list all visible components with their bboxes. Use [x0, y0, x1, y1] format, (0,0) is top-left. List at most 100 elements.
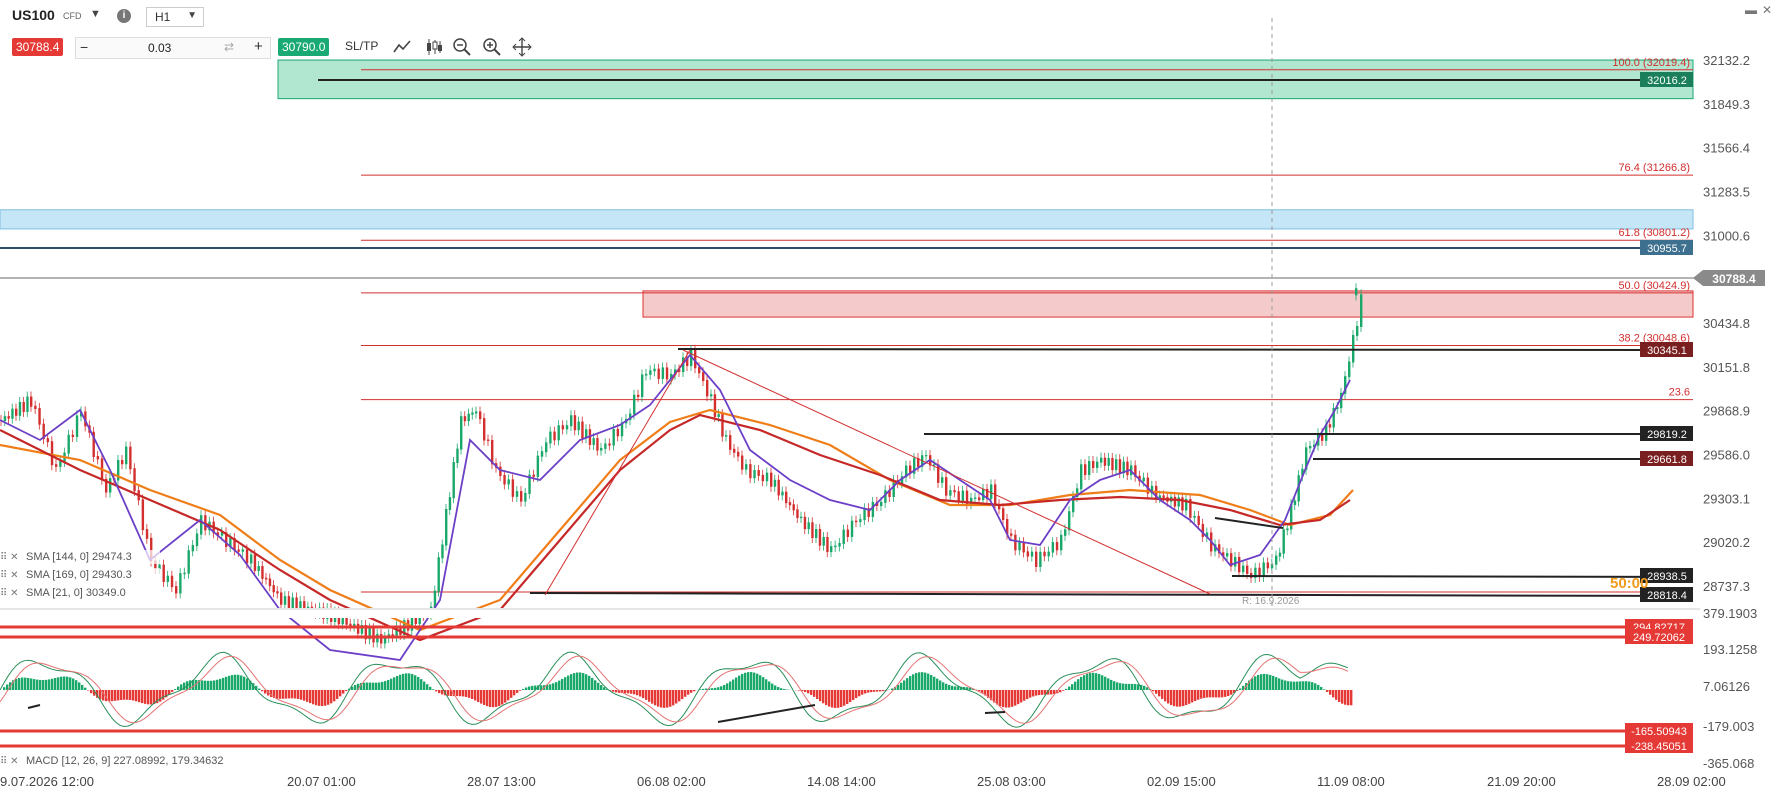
time-axis-label: 11.09 08:00 [1317, 774, 1385, 789]
candle-body [725, 435, 728, 437]
macd-histogram-bar [261, 690, 264, 692]
macd-histogram-bar [684, 690, 687, 697]
candle-body [175, 586, 178, 594]
trend-line [544, 349, 691, 596]
candle-body [250, 554, 253, 564]
macd-histogram-bar [1146, 687, 1149, 690]
candle-body [507, 479, 510, 485]
macd-histogram-bar [783, 689, 786, 690]
macd-histogram-bar [561, 678, 564, 690]
macd-histogram-bar [831, 690, 834, 708]
macd-histogram-bar [510, 690, 513, 698]
macd-histogram-bar [324, 690, 327, 706]
macd-histogram-bar [630, 690, 633, 694]
macd-histogram-bar [822, 690, 825, 704]
candle-body [18, 401, 22, 416]
price-chart[interactable]: 100.0 (32019.4) 76.4 (31266.8) 61.8 (30801… [0, 0, 1780, 802]
macd-tag-label: -165.50943 [1631, 726, 1687, 738]
candle-body [515, 491, 519, 497]
macd-histogram-bar [318, 690, 321, 706]
macd-histogram-bar [768, 681, 771, 690]
macd-histogram-bar [1107, 678, 1110, 690]
macd-histogram-bar [339, 690, 342, 697]
candle-body [410, 616, 414, 631]
macd-histogram-bar [147, 690, 150, 705]
macd-histogram-bar [1257, 674, 1260, 690]
macd-histogram-bar [1038, 690, 1041, 696]
macd-histogram-bar [765, 679, 768, 690]
candle-body [717, 414, 720, 417]
macd-histogram-bar [762, 677, 765, 690]
macd-histogram-bar [1023, 690, 1026, 701]
candle-body [792, 504, 795, 511]
macd-histogram-bar [882, 690, 885, 692]
macd-histogram-bar [744, 672, 747, 690]
candle-body [195, 533, 199, 547]
macd-histogram-bar [354, 684, 357, 690]
macd-histogram-bar [627, 690, 630, 694]
macd-histogram-bar [1323, 689, 1326, 690]
macd-histogram-bar [564, 677, 567, 690]
macd-histogram-bar [1164, 690, 1167, 702]
candle-body [1051, 542, 1055, 553]
macd-histogram-bar [1227, 690, 1230, 697]
candle-body [1055, 542, 1059, 551]
candle-body [745, 464, 748, 470]
macd-histogram-bar [1095, 673, 1098, 690]
candle-body [129, 446, 132, 470]
candle-body [125, 446, 128, 465]
macd-histogram-bar [639, 690, 642, 697]
macd-histogram-bar [303, 690, 306, 701]
macd-histogram-bar [603, 687, 606, 690]
macd-histogram-bar [114, 690, 117, 701]
candle-body [245, 549, 249, 564]
macd-histogram-bar [1254, 676, 1257, 690]
macd-histogram-bar [672, 690, 675, 706]
macd-axis-label: 379.1903 [1703, 606, 1757, 621]
candle-body [978, 497, 981, 501]
macd-tag-label: 249.72062 [1633, 632, 1685, 644]
macd-histogram-bar [1155, 690, 1158, 694]
legend-controls-icon: ⠿ ✕ [0, 588, 18, 599]
macd-histogram-bar [999, 690, 1002, 707]
macd-histogram-bar [648, 690, 651, 702]
candle-body [479, 411, 482, 420]
candle-body [974, 497, 977, 499]
macd-histogram-bar [390, 678, 393, 690]
candle-body [345, 617, 348, 625]
macd-histogram-bar [858, 690, 861, 697]
macd-histogram-bar [306, 690, 309, 702]
macd-histogram-bar [1071, 684, 1074, 690]
candle-body [657, 368, 660, 379]
candle-body [1068, 511, 1071, 531]
candle-body [499, 466, 502, 476]
candle-body [3, 416, 7, 421]
candle-body [1002, 508, 1005, 521]
macd-histogram-bar [954, 686, 957, 690]
macd-histogram-bar [1224, 690, 1227, 697]
candle-body [757, 470, 760, 476]
time-axis-label: 9.07.2026 12:00 [0, 774, 94, 789]
candle-body [933, 464, 936, 466]
macd-axis-label: 7.06126 [1703, 679, 1750, 694]
macd-histogram-bar [234, 674, 237, 690]
macd-histogram-bar [1296, 681, 1299, 690]
macd-histogram-bar [33, 679, 36, 690]
macd-histogram-bar [780, 688, 783, 690]
candle-body [441, 544, 444, 559]
macd-histogram-bar [1110, 679, 1113, 690]
macd-histogram-bar [177, 686, 180, 690]
macd-histogram-bar [1203, 690, 1206, 698]
candle-body [811, 522, 814, 538]
macd-histogram-bar [903, 680, 906, 690]
candle-body [7, 416, 10, 419]
sma-legend-label: SMA [169, 0] 29430.3 [26, 569, 132, 581]
candle-body [121, 460, 124, 465]
macd-histogram-bar [1032, 690, 1035, 697]
macd-histogram-bar [945, 683, 948, 690]
candle-body [456, 448, 459, 464]
macd-histogram-bar [378, 682, 381, 690]
macd-histogram-bar [432, 689, 435, 690]
macd-histogram-bar [258, 688, 261, 690]
candle-body [592, 438, 595, 445]
